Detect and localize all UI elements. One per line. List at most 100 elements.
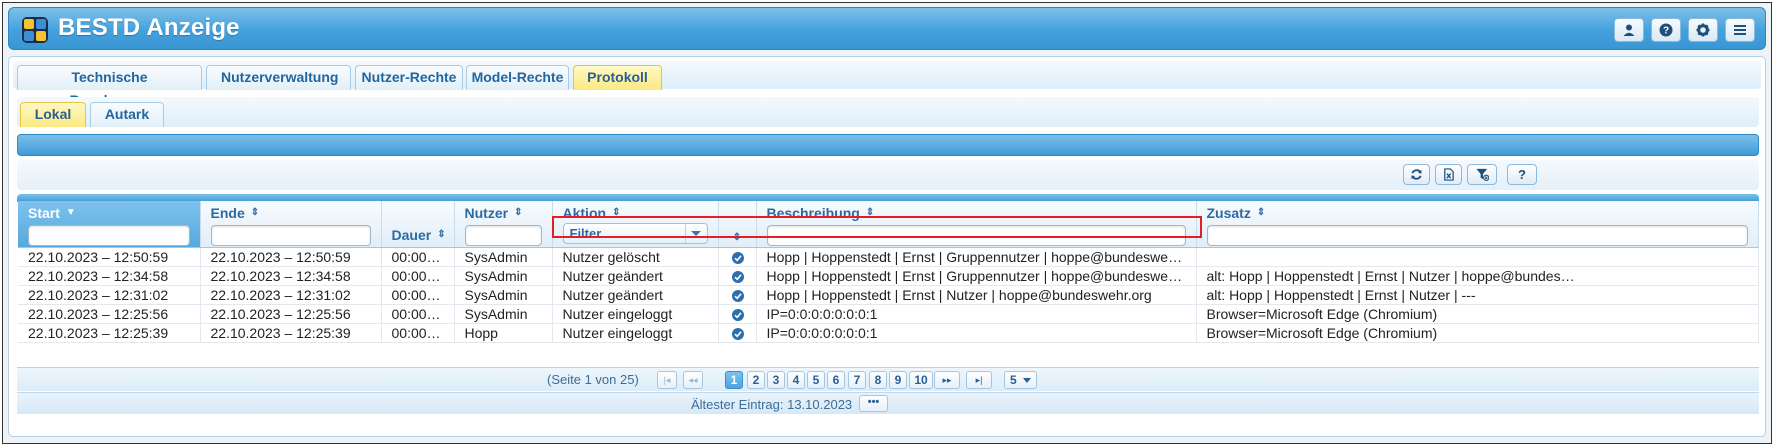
sort-both-icon: ⇕ (865, 207, 875, 218)
cell-beschreibung: IP=0:0:0:0:0:0:0:1 (756, 304, 1197, 324)
user-icon (1623, 24, 1635, 36)
table-row[interactable]: 22.10.2023 – 12:25:39 22.10.2023 – 12:25:… (18, 323, 1759, 343)
tab-model-rechte[interactable]: Model-Rechte (466, 65, 569, 90)
sort-both-icon: ⇕ (612, 207, 621, 218)
col-aktion-label: Aktion (562, 205, 607, 221)
next-page-button[interactable]: ▸▸ (934, 371, 960, 389)
col-zusatz-label: Zusatz (1206, 205, 1251, 221)
col-header-ende[interactable]: Ende ⇕ (200, 201, 382, 248)
tab-nutzer-rechte[interactable]: Nutzer-Rechte (355, 65, 463, 90)
protokoll-panel: Lokal Autark ? Start ▼ Ende ⇕ Dauer ⇕ Nu… (17, 97, 1759, 432)
page-button[interactable]: 1 (725, 371, 743, 389)
oldest-entry-text: Ältester Eintrag: 13.10.2023 (691, 397, 853, 412)
sort-desc-icon: ▼ (65, 207, 76, 218)
col-header-nutzer[interactable]: Nutzer ⇕ (454, 201, 553, 248)
page-size-select[interactable]: 5 (1004, 371, 1037, 389)
more-button[interactable]: ••• (859, 395, 888, 412)
table-row[interactable]: 22.10.2023 – 12:50:59 22.10.2023 – 12:50:… (18, 247, 1759, 267)
page-button[interactable]: 6 (827, 371, 845, 389)
col-start-label: Start (28, 205, 60, 221)
col-beschreibung-label: Beschreibung (766, 205, 860, 221)
cell-dauer: 00:00:00 (381, 304, 455, 324)
app-logo-icon (22, 17, 48, 43)
start-filter-input[interactable] (28, 225, 190, 246)
cell-start: 22.10.2023 – 12:31:02 (18, 285, 201, 305)
cell-nutzer: SysAdmin (454, 304, 553, 324)
col-header-zusatz[interactable]: Zusatz ⇕ (1196, 201, 1759, 248)
check-icon (732, 308, 744, 321)
cell-dauer: 00:00:00 (381, 285, 455, 305)
svg-text:?: ? (1663, 26, 1669, 37)
page-button[interactable]: 2 (747, 371, 765, 389)
tab-technische-regelungen[interactable]: Technische Regelungen (17, 65, 202, 108)
cell-nutzer: SysAdmin (454, 285, 553, 305)
app-window: BESTD Anzeige ? Technische Regelungen Nu… (2, 2, 1772, 444)
refresh-button[interactable] (1403, 164, 1430, 185)
page-button[interactable]: 8 (869, 371, 887, 389)
ende-filter-input[interactable] (210, 225, 371, 246)
help-button[interactable]: ? (1651, 18, 1681, 42)
page-button[interactable]: 3 (767, 371, 785, 389)
help-toolbar-button[interactable]: ? (1507, 164, 1537, 185)
cell-zusatz: Browser=Microsoft Edge (Chromium) (1196, 323, 1759, 343)
excel-export-button[interactable] (1435, 164, 1462, 185)
cell-start: 22.10.2023 – 12:25:56 (18, 304, 201, 324)
cell-nutzer: Hopp (454, 323, 553, 343)
cell-start: 22.10.2023 – 12:25:39 (18, 323, 201, 343)
col-dauer-label: Dauer (391, 226, 432, 243)
refresh-icon (1411, 169, 1422, 180)
page-button[interactable]: 4 (787, 371, 805, 389)
nutzer-filter-input[interactable] (464, 225, 542, 246)
cell-ende: 22.10.2023 – 12:25:56 (200, 304, 382, 324)
cell-ende: 22.10.2023 – 12:50:59 (200, 247, 382, 267)
col-header-aktion[interactable]: Aktion ⇕ Filter (552, 201, 719, 248)
cell-beschreibung: Hopp | Hoppenstedt | Ernst | Gruppennutz… (756, 266, 1197, 286)
table-row[interactable]: 22.10.2023 – 12:25:56 22.10.2023 – 12:25:… (18, 304, 1759, 324)
cell-start: 22.10.2023 – 12:34:58 (18, 266, 201, 286)
cell-status (718, 323, 757, 343)
cell-zusatz: alt: Hopp | Hoppenstedt | Ernst | Nutzer… (1196, 285, 1759, 305)
first-page-button[interactable]: |◂ (657, 371, 677, 389)
cell-ende: 22.10.2023 – 12:25:39 (200, 323, 382, 343)
main-panel: Technische Regelungen Nutzerverwaltung N… (8, 56, 1766, 437)
settings-button[interactable] (1688, 18, 1718, 42)
chevron-down-icon (684, 224, 707, 243)
aktion-filter-select[interactable]: Filter (562, 223, 708, 244)
page-button[interactable]: 10 (909, 371, 933, 389)
grid-footer: Ältester Eintrag: 13.10.2023 ••• (17, 392, 1759, 414)
col-header-start[interactable]: Start ▼ (18, 201, 201, 248)
cell-ende: 22.10.2023 – 12:34:58 (200, 266, 382, 286)
col-header-beschreibung[interactable]: Beschreibung ⇕ (756, 201, 1197, 248)
col-header-status[interactable]: ⇕ (718, 201, 757, 248)
cell-status (718, 285, 757, 305)
zusatz-filter-input[interactable] (1206, 225, 1748, 246)
col-header-dauer[interactable]: Dauer ⇕ (381, 201, 455, 248)
beschreibung-filter-input[interactable] (766, 225, 1186, 246)
table-row[interactable]: 22.10.2023 – 12:31:02 22.10.2023 – 12:31:… (18, 285, 1759, 305)
tab-protokoll[interactable]: Protokoll (573, 65, 662, 90)
user-button[interactable] (1614, 18, 1644, 42)
filter-reset-button[interactable] (1467, 164, 1497, 185)
cell-zusatz (1196, 247, 1759, 267)
cell-beschreibung: Hopp | Hoppenstedt | Ernst | Nutzer | ho… (756, 285, 1197, 305)
page-button[interactable]: 9 (889, 371, 907, 389)
page-button[interactable]: 7 (848, 371, 866, 389)
filter-reset-icon (1475, 168, 1489, 181)
cell-beschreibung: IP=0:0:0:0:0:0:0:1 (756, 323, 1197, 343)
aktion-filter-label: Filter (569, 226, 602, 241)
cell-nutzer: SysAdmin (454, 266, 553, 286)
pager-info: (Seite 1 von 25) (547, 372, 639, 387)
tab-autark[interactable]: Autark (90, 102, 164, 127)
cell-aktion: Nutzer eingeloggt (552, 323, 719, 343)
cell-aktion: Nutzer gelöscht (552, 247, 719, 267)
page-button[interactable]: 5 (807, 371, 825, 389)
menu-button[interactable] (1725, 18, 1755, 42)
cell-ende: 22.10.2023 – 12:31:02 (200, 285, 382, 305)
cell-status (718, 304, 757, 324)
table-row[interactable]: 22.10.2023 – 12:34:58 22.10.2023 – 12:34:… (18, 266, 1759, 286)
tab-lokal[interactable]: Lokal (20, 102, 86, 127)
last-page-button[interactable]: ▸| (966, 371, 992, 389)
tab-nutzerverwaltung[interactable]: Nutzerverwaltung (206, 65, 351, 90)
prev-page-button[interactable]: ◂◂ (683, 371, 703, 389)
sort-both-icon: ⇕ (250, 207, 260, 218)
